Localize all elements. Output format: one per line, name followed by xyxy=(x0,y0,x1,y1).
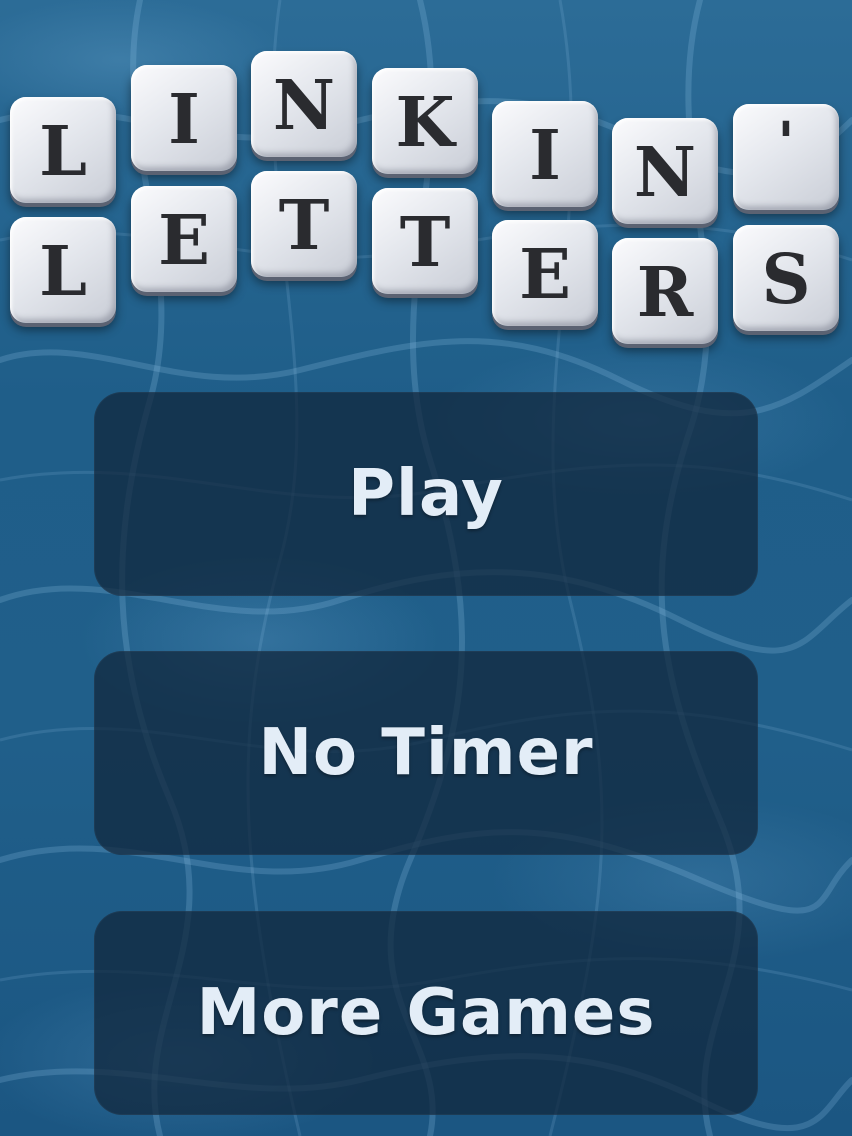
logo-letter: T xyxy=(399,203,451,283)
logo-letter: K xyxy=(395,83,455,163)
logo-tile: ' xyxy=(733,104,839,210)
logo-letter: L xyxy=(39,112,87,192)
logo-tile: S xyxy=(733,225,839,331)
play-button-label: Play xyxy=(348,457,504,531)
logo-letter: E xyxy=(519,235,571,315)
logo-tile: I xyxy=(492,101,598,207)
logo-letter: I xyxy=(168,80,200,160)
logo-tile: L xyxy=(10,217,116,323)
logo-tile: E xyxy=(492,220,598,326)
logo-tile: I xyxy=(131,65,237,171)
logo-letter: S xyxy=(761,240,811,320)
more-games-button[interactable]: More Games xyxy=(94,911,758,1115)
logo-letter: N xyxy=(633,133,697,213)
play-button[interactable]: Play xyxy=(94,392,758,596)
logo-tile: K xyxy=(372,68,478,174)
logo-tile: E xyxy=(131,186,237,292)
no-timer-button-label: No Timer xyxy=(258,716,594,790)
logo-tile: N xyxy=(251,51,357,157)
logo-letter: R xyxy=(636,253,694,333)
logo-tile: T xyxy=(372,188,478,294)
logo-letter: E xyxy=(158,201,210,281)
logo-tile: N xyxy=(612,118,718,224)
logo-letter: ' xyxy=(777,110,795,176)
more-games-button-label: More Games xyxy=(196,976,656,1050)
logo-tile: T xyxy=(251,171,357,277)
logo-letter: N xyxy=(272,66,336,146)
logo-letter: T xyxy=(278,186,330,266)
logo-letter: I xyxy=(529,116,561,196)
logo-tile: R xyxy=(612,238,718,344)
logo-tile: L xyxy=(10,97,116,203)
logo-letter: L xyxy=(39,232,87,312)
no-timer-button[interactable]: No Timer xyxy=(94,651,758,855)
